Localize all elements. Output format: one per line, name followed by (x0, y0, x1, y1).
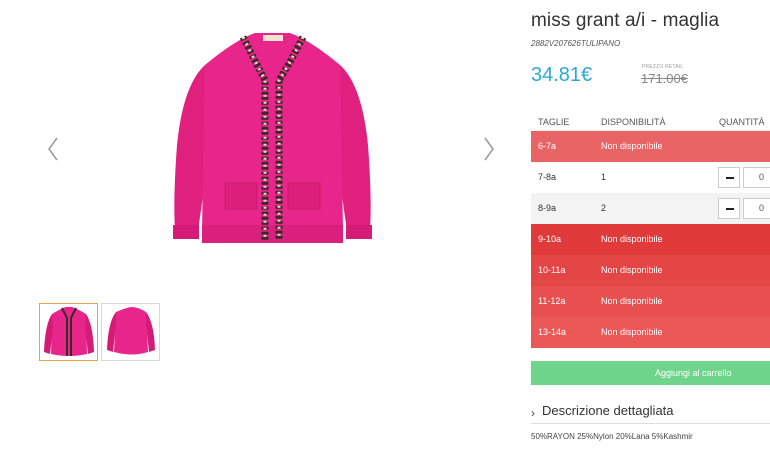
quantity-input[interactable]: 0 (743, 198, 770, 219)
thumbnail-2[interactable] (101, 303, 160, 361)
row-size: 9-10a (538, 234, 562, 244)
row-size: 11-12a (538, 296, 566, 306)
product-title: miss grant a/i - maglia (531, 10, 720, 31)
description-toggle[interactable]: › Descrizione dettagliata (531, 402, 770, 424)
product-main-image[interactable] (165, 25, 380, 257)
quantity-decrease-button[interactable] (718, 198, 740, 219)
minus-icon (726, 177, 734, 179)
table-row: 11-12a Non disponibile (531, 286, 770, 317)
table-row: 10-11a Non disponibile (531, 255, 770, 286)
size-table: TAGLIE DISPONIBILITÀ QUANTITÀ 6-7a Non d… (531, 111, 770, 348)
product-composition: 50%RAYON 25%Nylon 20%Lana 5%Kashmir (531, 432, 693, 441)
chevron-right-icon (484, 137, 494, 161)
product-sku: 2882V207626TULIPANO (531, 39, 621, 48)
row-size: 8-9a (538, 203, 557, 213)
row-availability: 1 (601, 172, 607, 182)
description-toggle-label: Descrizione dettagliata (542, 403, 674, 418)
add-to-cart-button[interactable]: Aggiungi al carrello (531, 361, 770, 385)
row-availability: Non disponibile (601, 234, 663, 244)
row-availability: Non disponibile (601, 327, 663, 337)
minus-icon (726, 208, 734, 210)
chevron-left-icon (48, 137, 58, 161)
header-size: TAGLIE (538, 117, 570, 127)
table-row: 9-10a Non disponibile (531, 224, 770, 255)
quantity-decrease-button[interactable] (718, 167, 740, 188)
row-availability: 2 (601, 203, 607, 213)
table-row: 13-14a Non disponibile (531, 317, 770, 348)
row-size: 7-8a (538, 172, 557, 182)
chevron-right-icon: › (531, 406, 535, 420)
table-row: 8-9a 2 0 (531, 193, 770, 224)
row-size: 10-11a (538, 265, 566, 275)
size-table-header: TAGLIE DISPONIBILITÀ QUANTITÀ (531, 111, 770, 131)
product-price: 34.81€ (531, 64, 593, 86)
quantity-input[interactable]: 0 (743, 167, 770, 188)
header-quantity: QUANTITÀ (719, 117, 765, 127)
retail-price-label: PREZZO RETAIL (642, 64, 684, 70)
row-availability: Non disponibile (601, 141, 663, 151)
thumbnail-1[interactable] (39, 303, 98, 361)
next-image-button[interactable] (479, 134, 499, 164)
retail-price: 171.00€ (641, 71, 688, 86)
prev-image-button[interactable] (44, 134, 64, 164)
product-info: miss grant a/i - maglia 2882V207626TULIP… (531, 0, 770, 453)
row-availability: Non disponibile (601, 265, 663, 275)
add-to-cart-label: Aggiungi al carrello (655, 368, 732, 378)
header-availability: DISPONIBILITÀ (601, 117, 666, 127)
row-size: 13-14a (538, 327, 567, 337)
table-row: 6-7a Non disponibile (531, 131, 770, 162)
product-gallery (0, 0, 520, 453)
row-availability: Non disponibile (601, 296, 663, 306)
row-size: 6-7a (538, 141, 557, 151)
table-row: 7-8a 1 0 (531, 162, 770, 193)
